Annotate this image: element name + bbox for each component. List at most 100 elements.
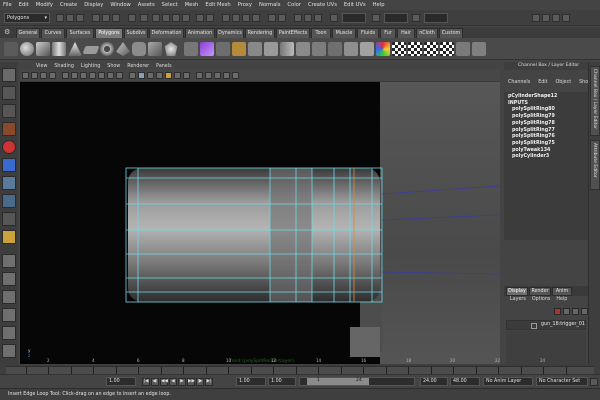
play-backwards-button[interactable]: ◀ (169, 378, 177, 386)
layer-color-swatch[interactable] (531, 323, 537, 329)
input-node[interactable]: polySplitRing75 (508, 141, 588, 148)
ipr-render-icon[interactable] (304, 14, 312, 22)
field-chart-icon[interactable] (98, 72, 105, 79)
default-lighting-icon[interactable] (165, 72, 172, 79)
menu-window[interactable]: Window (110, 2, 130, 8)
step-back-frame-button[interactable]: ◀◀ (160, 378, 168, 386)
poly-platonic-icon[interactable] (164, 42, 178, 56)
smooth-shade-icon[interactable] (138, 72, 145, 79)
show-layer-editor-icon[interactable] (562, 14, 570, 22)
high-quality-icon[interactable] (214, 72, 221, 79)
tab-toon[interactable]: Toon (311, 28, 331, 38)
poly-torus-icon[interactable] (100, 42, 114, 56)
new-scene-icon[interactable] (56, 14, 64, 22)
camera-attributes-icon[interactable] (31, 72, 38, 79)
menu-help[interactable]: Help (373, 2, 385, 8)
numeric-y-field[interactable] (424, 13, 448, 23)
snap-surface-icon[interactable] (252, 14, 260, 22)
safe-title-icon[interactable] (116, 72, 123, 79)
menu-edit-mesh[interactable]: Edit Mesh (205, 2, 230, 8)
snap-grid-icon[interactable] (222, 14, 230, 22)
input-mode-icon[interactable] (330, 14, 338, 22)
open-scene-icon[interactable] (66, 14, 74, 22)
numeric-x-field[interactable] (384, 13, 408, 23)
save-scene-icon[interactable] (76, 14, 84, 22)
poly-prism-icon[interactable] (116, 42, 130, 56)
layer-menu-options[interactable]: Options (532, 297, 551, 305)
input-node[interactable]: polySplitRing78 (508, 121, 588, 128)
new-layer-selected-icon[interactable] (581, 308, 588, 315)
character-set-dropdown[interactable]: No Character Set (536, 377, 588, 386)
boolean-union-icon[interactable] (232, 42, 246, 56)
move-layer-up-icon[interactable] (554, 308, 561, 315)
start-time-field[interactable]: 1.00 (236, 377, 266, 386)
uv-spherical-icon[interactable] (424, 42, 438, 56)
scale-tool-icon[interactable] (2, 158, 16, 172)
poly-sphere-icon[interactable] (20, 42, 34, 56)
wireframe-icon[interactable] (129, 72, 136, 79)
menu-edit-uvs[interactable]: Edit UVs (344, 2, 366, 8)
layout-four-icon[interactable] (2, 272, 16, 286)
input-node[interactable]: polySplitRing79 (508, 114, 588, 121)
tab-attribute-editor[interactable]: Attribute Editor (590, 140, 600, 190)
step-forward-key-button[interactable]: |▶ (196, 378, 204, 386)
gate-mask-icon[interactable] (89, 72, 96, 79)
universal-manipulator-icon[interactable] (2, 176, 16, 190)
menu-create[interactable]: Create (60, 2, 77, 8)
last-tool-icon[interactable] (2, 230, 16, 244)
isolate-select-icon[interactable] (205, 72, 212, 79)
viewport-menu-view[interactable]: View (36, 64, 47, 69)
tab-surfaces[interactable]: Surfaces (66, 28, 94, 38)
resolution-gate-icon[interactable] (80, 72, 87, 79)
tab-deformation[interactable]: Deformation (149, 28, 184, 38)
menu-set-dropdown[interactable]: Polygons ▾ (4, 13, 50, 23)
menu-mesh[interactable]: Mesh (185, 2, 199, 8)
play-forwards-button[interactable]: ▶ (178, 378, 186, 386)
range-start-field[interactable]: 1.00 (268, 377, 296, 386)
wireframe-on-shaded-icon[interactable] (147, 72, 154, 79)
bookmark-icon[interactable] (40, 72, 47, 79)
layer-tab-render[interactable]: Render (529, 287, 551, 296)
poly-cube-icon[interactable] (36, 42, 50, 56)
step-back-key-button[interactable]: ◀| (151, 378, 159, 386)
tab-painteffects[interactable]: PaintEffects (276, 28, 310, 38)
new-layer-icon[interactable] (572, 308, 579, 315)
append-polygon-icon[interactable] (328, 42, 342, 56)
tab-fluids[interactable]: Fluids (357, 28, 379, 38)
go-to-start-button[interactable]: |◀ (142, 378, 150, 386)
menu-normals[interactable]: Normals (259, 2, 280, 8)
show-tool-settings-icon[interactable] (552, 14, 560, 22)
select-tool-icon[interactable] (2, 68, 16, 82)
select-object-icon[interactable] (102, 14, 110, 22)
edge-mask-icon[interactable] (162, 14, 170, 22)
numeric-x-icon[interactable] (372, 14, 380, 22)
show-channel-box-icon[interactable] (532, 14, 540, 22)
layer-menu-help[interactable]: Help (556, 297, 567, 305)
render-icon[interactable] (294, 14, 302, 22)
poly-plane-icon[interactable] (82, 46, 100, 54)
poly-cone-icon[interactable] (68, 42, 82, 56)
range-end-field[interactable]: 24.00 (420, 377, 448, 386)
step-forward-frame-button[interactable]: ▶▶ (187, 378, 195, 386)
rotate-tool-icon[interactable] (2, 140, 16, 154)
tab-muscle[interactable]: Muscle (332, 28, 356, 38)
separate-icon[interactable] (200, 42, 214, 56)
input-node[interactable]: polyCylinder3 (508, 154, 588, 161)
layout-side-icon[interactable] (2, 290, 16, 304)
smooth-icon[interactable] (248, 42, 262, 56)
image-plane-icon[interactable] (49, 72, 56, 79)
bridge-icon[interactable] (312, 42, 326, 56)
menu-assets[interactable]: Assets (138, 2, 155, 8)
tab-rendering[interactable]: Rendering (245, 28, 275, 38)
tab-custom[interactable]: Custom (439, 28, 463, 38)
show-attribute-editor-icon[interactable] (542, 14, 550, 22)
select-component-icon[interactable] (112, 14, 120, 22)
layer-menu-layers[interactable]: Layers (510, 297, 526, 305)
shadows-icon[interactable] (183, 72, 190, 79)
menu-modify[interactable]: Modify (36, 2, 53, 8)
textured-icon[interactable] (196, 72, 203, 79)
merge-vertices-icon[interactable] (472, 42, 486, 56)
uv-planar-icon[interactable] (392, 42, 406, 56)
anim-layer-dropdown[interactable]: No Anim Layer (483, 377, 533, 386)
numeric-y-icon[interactable] (412, 14, 420, 22)
